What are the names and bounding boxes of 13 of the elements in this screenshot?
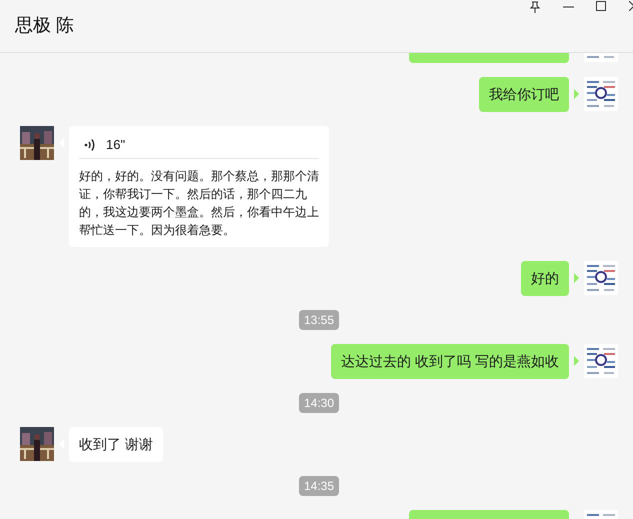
message-bubble: 好的	[521, 261, 569, 296]
message-bubble: 我给你订吧	[479, 77, 569, 112]
voice-icon[interactable]	[84, 138, 96, 152]
maximize-icon[interactable]	[596, 1, 607, 12]
message-bubble: 达达过去的 收到了吗 写的是燕如收	[331, 344, 569, 379]
pin-icon[interactable]	[529, 1, 541, 13]
timestamp: 13:55	[298, 310, 340, 330]
voice-duration: 16"	[106, 136, 126, 154]
chat-title: 思极 陈	[15, 14, 74, 37]
voice-transcript: 好的，好的。没有问题。那个蔡总，那那个清证，你帮我订一下。然后的话，那个四二九的，我这边要两个墨盒。然后，你看中午边上帮忙送一下。因为很着急要。	[79, 168, 319, 239]
message-bubble: 收到了 谢谢	[69, 427, 163, 462]
timestamp: 14:30	[298, 393, 340, 413]
timestamp: 14:35	[298, 476, 340, 496]
